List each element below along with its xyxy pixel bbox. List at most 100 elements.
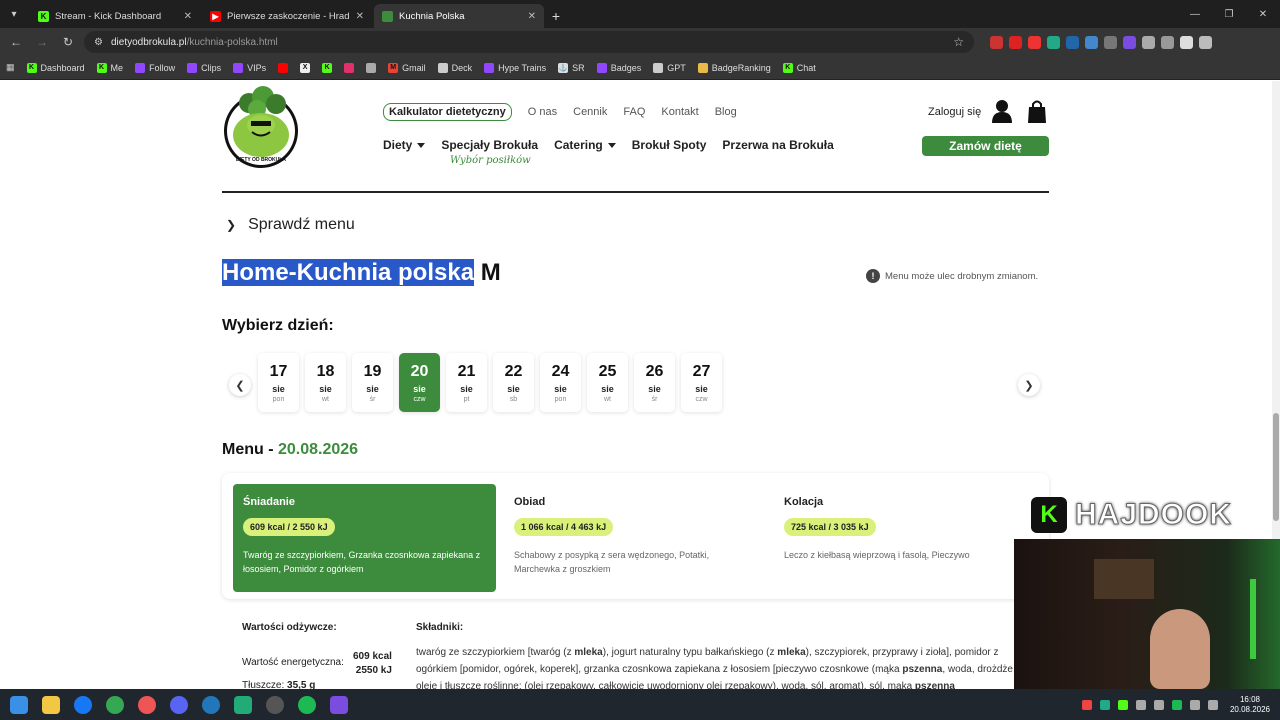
nav-specials[interactable]: Specjały Brokuła (441, 138, 538, 152)
bookmark-item[interactable]: Badges (596, 62, 641, 73)
prev-days-button[interactable]: ❮ (229, 374, 251, 396)
day-option[interactable]: 27 sie czw (681, 353, 722, 412)
extension-icon[interactable] (990, 35, 1003, 49)
facebook-icon[interactable] (74, 695, 92, 714)
bookmark-item[interactable] (344, 62, 355, 73)
app-icon[interactable] (202, 695, 220, 714)
login-link[interactable]: Zaloguj się (928, 106, 981, 118)
bookmark-item[interactable]: X (300, 62, 311, 73)
puzzle-icon[interactable] (1142, 35, 1155, 49)
windows-start-icon[interactable] (10, 695, 28, 714)
day-option[interactable]: 17 sie pon (258, 353, 299, 412)
media-icon[interactable] (1161, 35, 1174, 49)
bookmark-item[interactable]: Hype Trains (484, 62, 546, 73)
close-window-icon[interactable]: ✕ (1246, 0, 1280, 28)
menu-icon[interactable] (1199, 35, 1212, 49)
wifi-icon[interactable] (1189, 699, 1200, 710)
bookmark-item[interactable]: GPT (653, 62, 686, 73)
meal-card-dinner[interactable]: Kolacja 725 kcal / 3 035 kJ Leczo z kieł… (774, 484, 1037, 592)
chrome-icon[interactable] (106, 695, 124, 714)
bookmark-item[interactable]: BadgeRanking (697, 62, 771, 73)
day-option[interactable]: 25 sie wt (587, 353, 628, 412)
tray-icon[interactable] (1117, 699, 1128, 710)
tab-search-icon[interactable]: ▾ (0, 0, 28, 28)
tab-youtube[interactable]: ▶ Pierwsze zaskoczenie - Hradec ✕ (202, 4, 372, 28)
meal-card-lunch[interactable]: Obiad 1 066 kcal / 4 463 kJ Schabowy z p… (504, 484, 767, 592)
about-link[interactable]: O nas (528, 106, 557, 118)
tab-kuchnia-polska[interactable]: Kuchnia Polska ✕ (374, 4, 544, 28)
close-icon[interactable]: ✕ (356, 11, 364, 22)
calculator-link[interactable]: Kalkulator dietetyczny (383, 103, 512, 121)
extension-icon[interactable] (1066, 35, 1079, 49)
day-option[interactable]: 22 sie sb (493, 353, 534, 412)
extension-icon[interactable] (1047, 35, 1060, 49)
logo[interactable]: DIETY OD BROKUŁA (222, 85, 300, 171)
apps-icon[interactable]: ▦ (6, 62, 15, 73)
forward-icon[interactable]: → (32, 32, 52, 52)
day-option[interactable]: 26 sie śr (634, 353, 675, 412)
file-explorer-icon[interactable] (42, 695, 60, 714)
bookmark-item[interactable]: K (322, 62, 333, 73)
discord-icon[interactable] (170, 695, 188, 714)
tray-icon[interactable] (1153, 699, 1164, 710)
close-icon[interactable]: ✕ (528, 11, 536, 22)
app-icon[interactable] (234, 695, 252, 714)
day-option-selected[interactable]: 20 sie czw (399, 353, 440, 412)
extension-icon[interactable] (1009, 35, 1022, 49)
bookmark-item[interactable] (278, 62, 289, 73)
bookmark-item[interactable]: Follow (135, 62, 175, 73)
order-diet-button[interactable]: Zamów dietę (922, 136, 1049, 156)
profile-icon[interactable] (1180, 35, 1193, 49)
contact-link[interactable]: Kontakt (661, 106, 698, 118)
bookmark-item[interactable]: VIPs (233, 62, 266, 73)
user-icon[interactable] (992, 99, 1012, 123)
bookmark-item[interactable]: Clips (187, 62, 221, 73)
nav-diets[interactable]: Diety (383, 138, 426, 152)
taskbar-clock[interactable]: 16:08 20.08.2026 (1230, 695, 1270, 715)
site-info-icon[interactable]: ⚙ (94, 37, 103, 48)
bookmark-item[interactable]: K Dashboard (26, 62, 85, 73)
spotify-icon[interactable] (298, 695, 316, 714)
twitch-icon[interactable] (1123, 35, 1136, 49)
minimize-icon[interactable]: — (1178, 0, 1212, 28)
tray-icon[interactable] (1099, 699, 1110, 710)
tray-icon[interactable] (1171, 699, 1182, 710)
bookmark-star-icon[interactable]: ☆ (953, 35, 964, 49)
day-option[interactable]: 21 sie pt (446, 353, 487, 412)
check-menu-toggle[interactable]: ❯ Sprawdź menu (226, 216, 355, 234)
day-option[interactable]: 18 sie wt (305, 353, 346, 412)
faq-link[interactable]: FAQ (623, 106, 645, 118)
reload-icon[interactable]: ↻ (58, 32, 78, 52)
blog-link[interactable]: Blog (715, 106, 737, 118)
bookmark-item[interactable]: M Gmail (388, 62, 426, 73)
app-icon[interactable] (330, 695, 348, 714)
nav-catering[interactable]: Catering (554, 138, 616, 152)
close-icon[interactable]: ✕ (184, 11, 192, 22)
tray-icon[interactable] (1135, 699, 1146, 710)
bookmark-item[interactable] (366, 62, 377, 73)
scrollbar-thumb[interactable] (1273, 413, 1279, 521)
tray-icon[interactable] (1081, 699, 1092, 710)
volume-icon[interactable] (1207, 699, 1218, 710)
day-option[interactable]: 19 sie śr (352, 353, 393, 412)
day-option[interactable]: 24 sie pon (540, 353, 581, 412)
obs-icon[interactable] (266, 695, 284, 714)
extension-icon[interactable] (1104, 35, 1117, 49)
shopping-bag-icon[interactable] (1027, 99, 1047, 123)
bookmark-item[interactable]: K Me (96, 62, 123, 73)
restore-icon[interactable]: ❐ (1212, 0, 1246, 28)
nav-break[interactable]: Przerwa na Brokuła (722, 138, 833, 152)
next-days-button[interactable]: ❯ (1018, 374, 1040, 396)
adblock-icon[interactable] (1028, 35, 1041, 49)
pricing-link[interactable]: Cennik (573, 106, 607, 118)
tab-kick-dashboard[interactable]: K Stream - Kick Dashboard ✕ (30, 4, 200, 28)
bookmark-item[interactable]: Deck (437, 62, 472, 73)
chrome-profile-icon[interactable] (138, 695, 156, 714)
bookmark-item[interactable]: ⚓ SR (558, 62, 585, 73)
bookmark-item[interactable]: K Chat (782, 62, 816, 73)
meal-card-breakfast[interactable]: Śniadanie 609 kcal / 2 550 kJ Twaróg ze … (233, 484, 496, 592)
back-icon[interactable]: ← (6, 32, 26, 52)
nav-spots[interactable]: Brokuł Spoty (632, 138, 707, 152)
new-tab-button[interactable]: + (544, 4, 568, 28)
address-bar[interactable]: ⚙ dietyodbrokula.pl/kuchnia-polska.html … (84, 31, 974, 53)
